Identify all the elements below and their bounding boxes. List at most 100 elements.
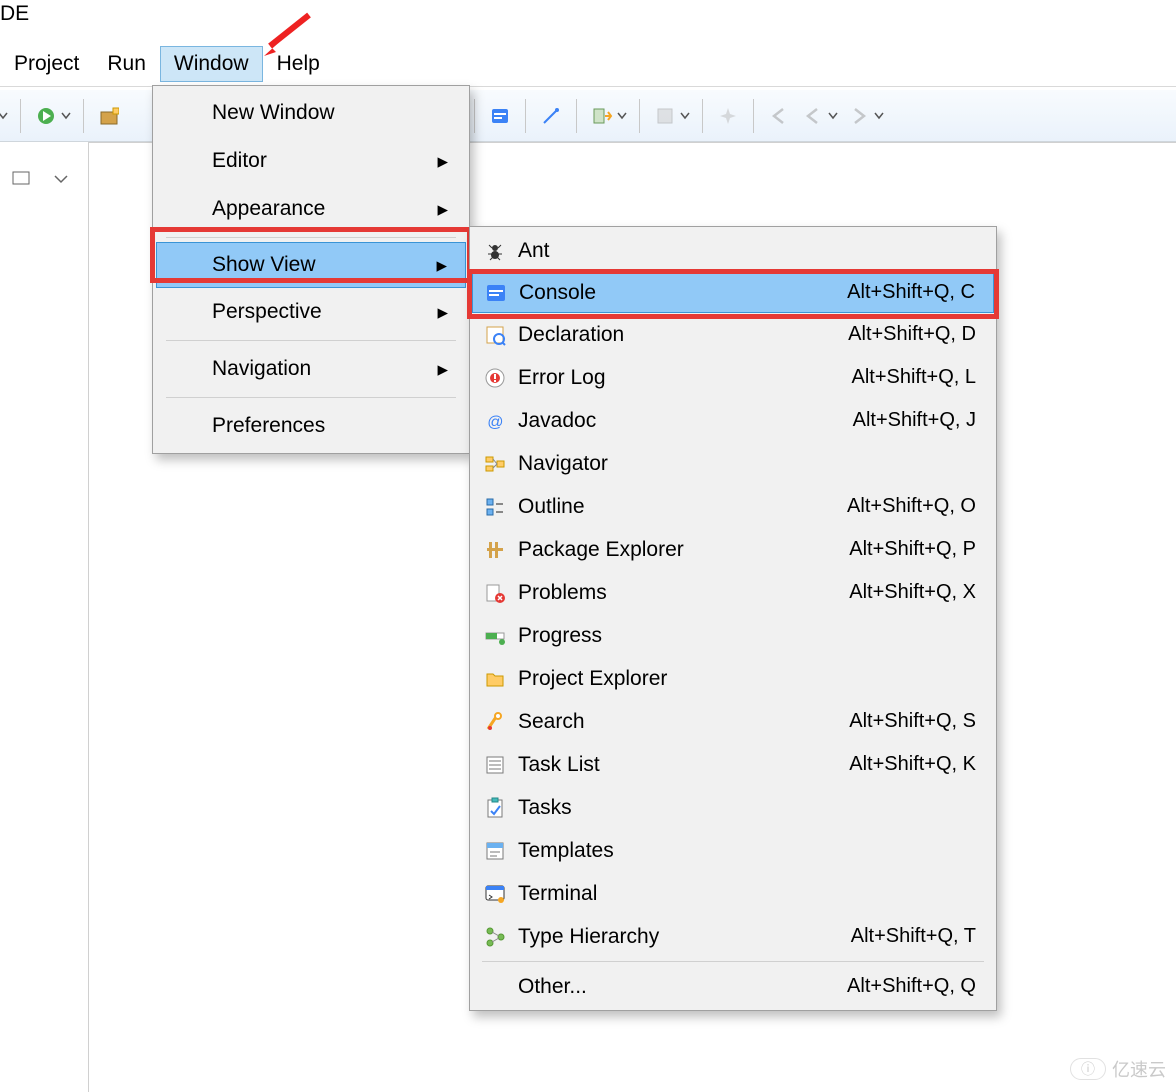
menu-item-shortcut: Alt+Shift+Q, P — [849, 538, 976, 561]
menu-item-shortcut: Alt+Shift+Q, O — [847, 495, 976, 518]
menu-item-perspective[interactable]: Perspective▸ — [156, 288, 466, 336]
tasks-icon — [472, 797, 518, 819]
menu-item-shortcut: Alt+Shift+Q, T — [851, 925, 976, 948]
menu-item-label: Console — [519, 281, 847, 305]
show-view-item-navigator[interactable]: Navigator — [472, 442, 994, 485]
show-view-item-progress[interactable]: Progress — [472, 614, 994, 657]
watermark: ⓘ 亿速云 — [1070, 1056, 1166, 1082]
menu-item-label: Project Explorer — [518, 667, 976, 691]
menu-item-label: Type Hierarchy — [518, 925, 851, 949]
menu-item-shortcut: Alt+Shift+Q, C — [847, 281, 975, 304]
menu-item-shortcut: Alt+Shift+Q, K — [849, 753, 976, 776]
problems-icon — [472, 582, 518, 604]
window-title-fragment: DE — [0, 0, 29, 32]
forward-icon[interactable] — [846, 103, 872, 129]
menu-item-label: Terminal — [518, 882, 976, 906]
menu-item-shortcut: Alt+Shift+Q, Q — [847, 975, 976, 998]
show-view-item-errorlog[interactable]: Error LogAlt+Shift+Q, L — [472, 356, 994, 399]
errorlog-icon — [472, 367, 518, 389]
run-dropdown-icon[interactable] — [61, 103, 71, 129]
menu-separator — [166, 237, 456, 238]
search-icon — [472, 711, 518, 733]
package-icon — [472, 539, 518, 561]
toolbar-dropdown-icon[interactable] — [0, 103, 8, 129]
templates-icon — [472, 840, 518, 862]
submenu-arrow-icon: ▸ — [437, 149, 448, 174]
menu-item-editor[interactable]: Editor▸ — [156, 137, 466, 185]
toolbar-dropdown-icon[interactable] — [874, 103, 884, 129]
menu-item-label: Task List — [518, 753, 849, 777]
show-view-item-tasks[interactable]: Tasks — [472, 786, 994, 829]
show-view-item-javadoc[interactable]: @JavadocAlt+Shift+Q, J — [472, 399, 994, 442]
show-view-item-tasklist[interactable]: Task ListAlt+Shift+Q, K — [472, 743, 994, 786]
toolbar-separator — [83, 99, 84, 133]
outline-icon — [472, 496, 518, 518]
show-view-item-outline[interactable]: OutlineAlt+Shift+Q, O — [472, 485, 994, 528]
back-icon[interactable] — [766, 103, 792, 129]
menu-item-appearance[interactable]: Appearance▸ — [156, 185, 466, 233]
view-menu-chevron-icon[interactable] — [54, 171, 68, 189]
console-toolbar-icon[interactable] — [487, 103, 513, 129]
menu-item-label: Tasks — [518, 796, 976, 820]
menu-item-navigation[interactable]: Navigation▸ — [156, 345, 466, 393]
menu-item-label: Navigator — [518, 452, 976, 476]
back-history-icon[interactable] — [800, 103, 826, 129]
ant-icon — [472, 240, 518, 262]
annotation-arrow — [262, 12, 312, 67]
toolbar-separator — [576, 99, 577, 133]
new-package-icon[interactable] — [96, 103, 122, 129]
menu-item-shortcut: Alt+Shift+Q, D — [848, 323, 976, 346]
show-view-item-console[interactable]: ConsoleAlt+Shift+Q, C — [472, 272, 994, 313]
show-view-item-search[interactable]: SearchAlt+Shift+Q, S — [472, 700, 994, 743]
submenu-arrow-icon: ▸ — [437, 197, 448, 222]
toolbar-dropdown-icon[interactable] — [828, 103, 838, 129]
show-view-item-problems[interactable]: ProblemsAlt+Shift+Q, X — [472, 571, 994, 614]
step-icon[interactable] — [589, 103, 615, 129]
menu-item-label: Outline — [518, 495, 847, 519]
restore-view-icon[interactable] — [12, 171, 30, 190]
tasklist-icon — [472, 754, 518, 776]
toolbar-separator — [525, 99, 526, 133]
menu-item-shortcut: Alt+Shift+Q, J — [853, 409, 976, 432]
show-view-item-package[interactable]: Package ExplorerAlt+Shift+Q, P — [472, 528, 994, 571]
menu-item-label: Problems — [518, 581, 849, 605]
show-view-item-declaration[interactable]: DeclarationAlt+Shift+Q, D — [472, 313, 994, 356]
menu-item-label: Search — [518, 710, 849, 734]
toolbar-dropdown-icon[interactable] — [617, 103, 627, 129]
build-icon[interactable] — [652, 103, 678, 129]
menu-separator — [166, 397, 456, 398]
menu-item-label: Ant — [518, 239, 976, 263]
menu-window[interactable]: Window — [160, 46, 263, 82]
menu-item-new-window[interactable]: New Window — [156, 89, 466, 137]
show-view-item-other[interactable]: Other...Alt+Shift+Q, Q — [472, 965, 994, 1008]
menu-item-label: Other... — [518, 975, 847, 999]
toolbar-separator — [474, 99, 475, 133]
menu-item-label: Templates — [518, 839, 976, 863]
wand-icon[interactable] — [538, 103, 564, 129]
typehier-icon — [472, 926, 518, 948]
show-view-item-terminal[interactable]: Terminal — [472, 872, 994, 915]
menu-item-label: Package Explorer — [518, 538, 849, 562]
menu-item-label: Declaration — [518, 323, 848, 347]
show-view-submenu: AntConsoleAlt+Shift+Q, CDeclarationAlt+S… — [469, 226, 997, 1011]
toolbar-separator — [639, 99, 640, 133]
menu-item-label: Error Log — [518, 366, 851, 390]
terminal-icon — [472, 883, 518, 905]
toolbar-dropdown-icon[interactable] — [680, 103, 690, 129]
navigator-icon — [472, 453, 518, 475]
submenu-arrow-icon: ▸ — [437, 300, 448, 325]
menu-run[interactable]: Run — [93, 46, 160, 82]
watermark-icon: ⓘ — [1070, 1058, 1106, 1080]
show-view-item-typehier[interactable]: Type HierarchyAlt+Shift+Q, T — [472, 915, 994, 958]
show-view-item-templates[interactable]: Templates — [472, 829, 994, 872]
svg-text:@: @ — [487, 414, 503, 431]
pin-icon[interactable] — [715, 103, 741, 129]
run-button-icon[interactable] — [33, 103, 59, 129]
declaration-icon — [472, 324, 518, 346]
menu-item-preferences[interactable]: Preferences — [156, 402, 466, 450]
menu-item-show-view[interactable]: Show View▸ — [156, 242, 466, 288]
show-view-item-project[interactable]: Project Explorer — [472, 657, 994, 700]
menu-project[interactable]: Project — [0, 46, 93, 82]
menu-item-shortcut: Alt+Shift+Q, S — [849, 710, 976, 733]
show-view-item-ant[interactable]: Ant — [472, 229, 994, 272]
